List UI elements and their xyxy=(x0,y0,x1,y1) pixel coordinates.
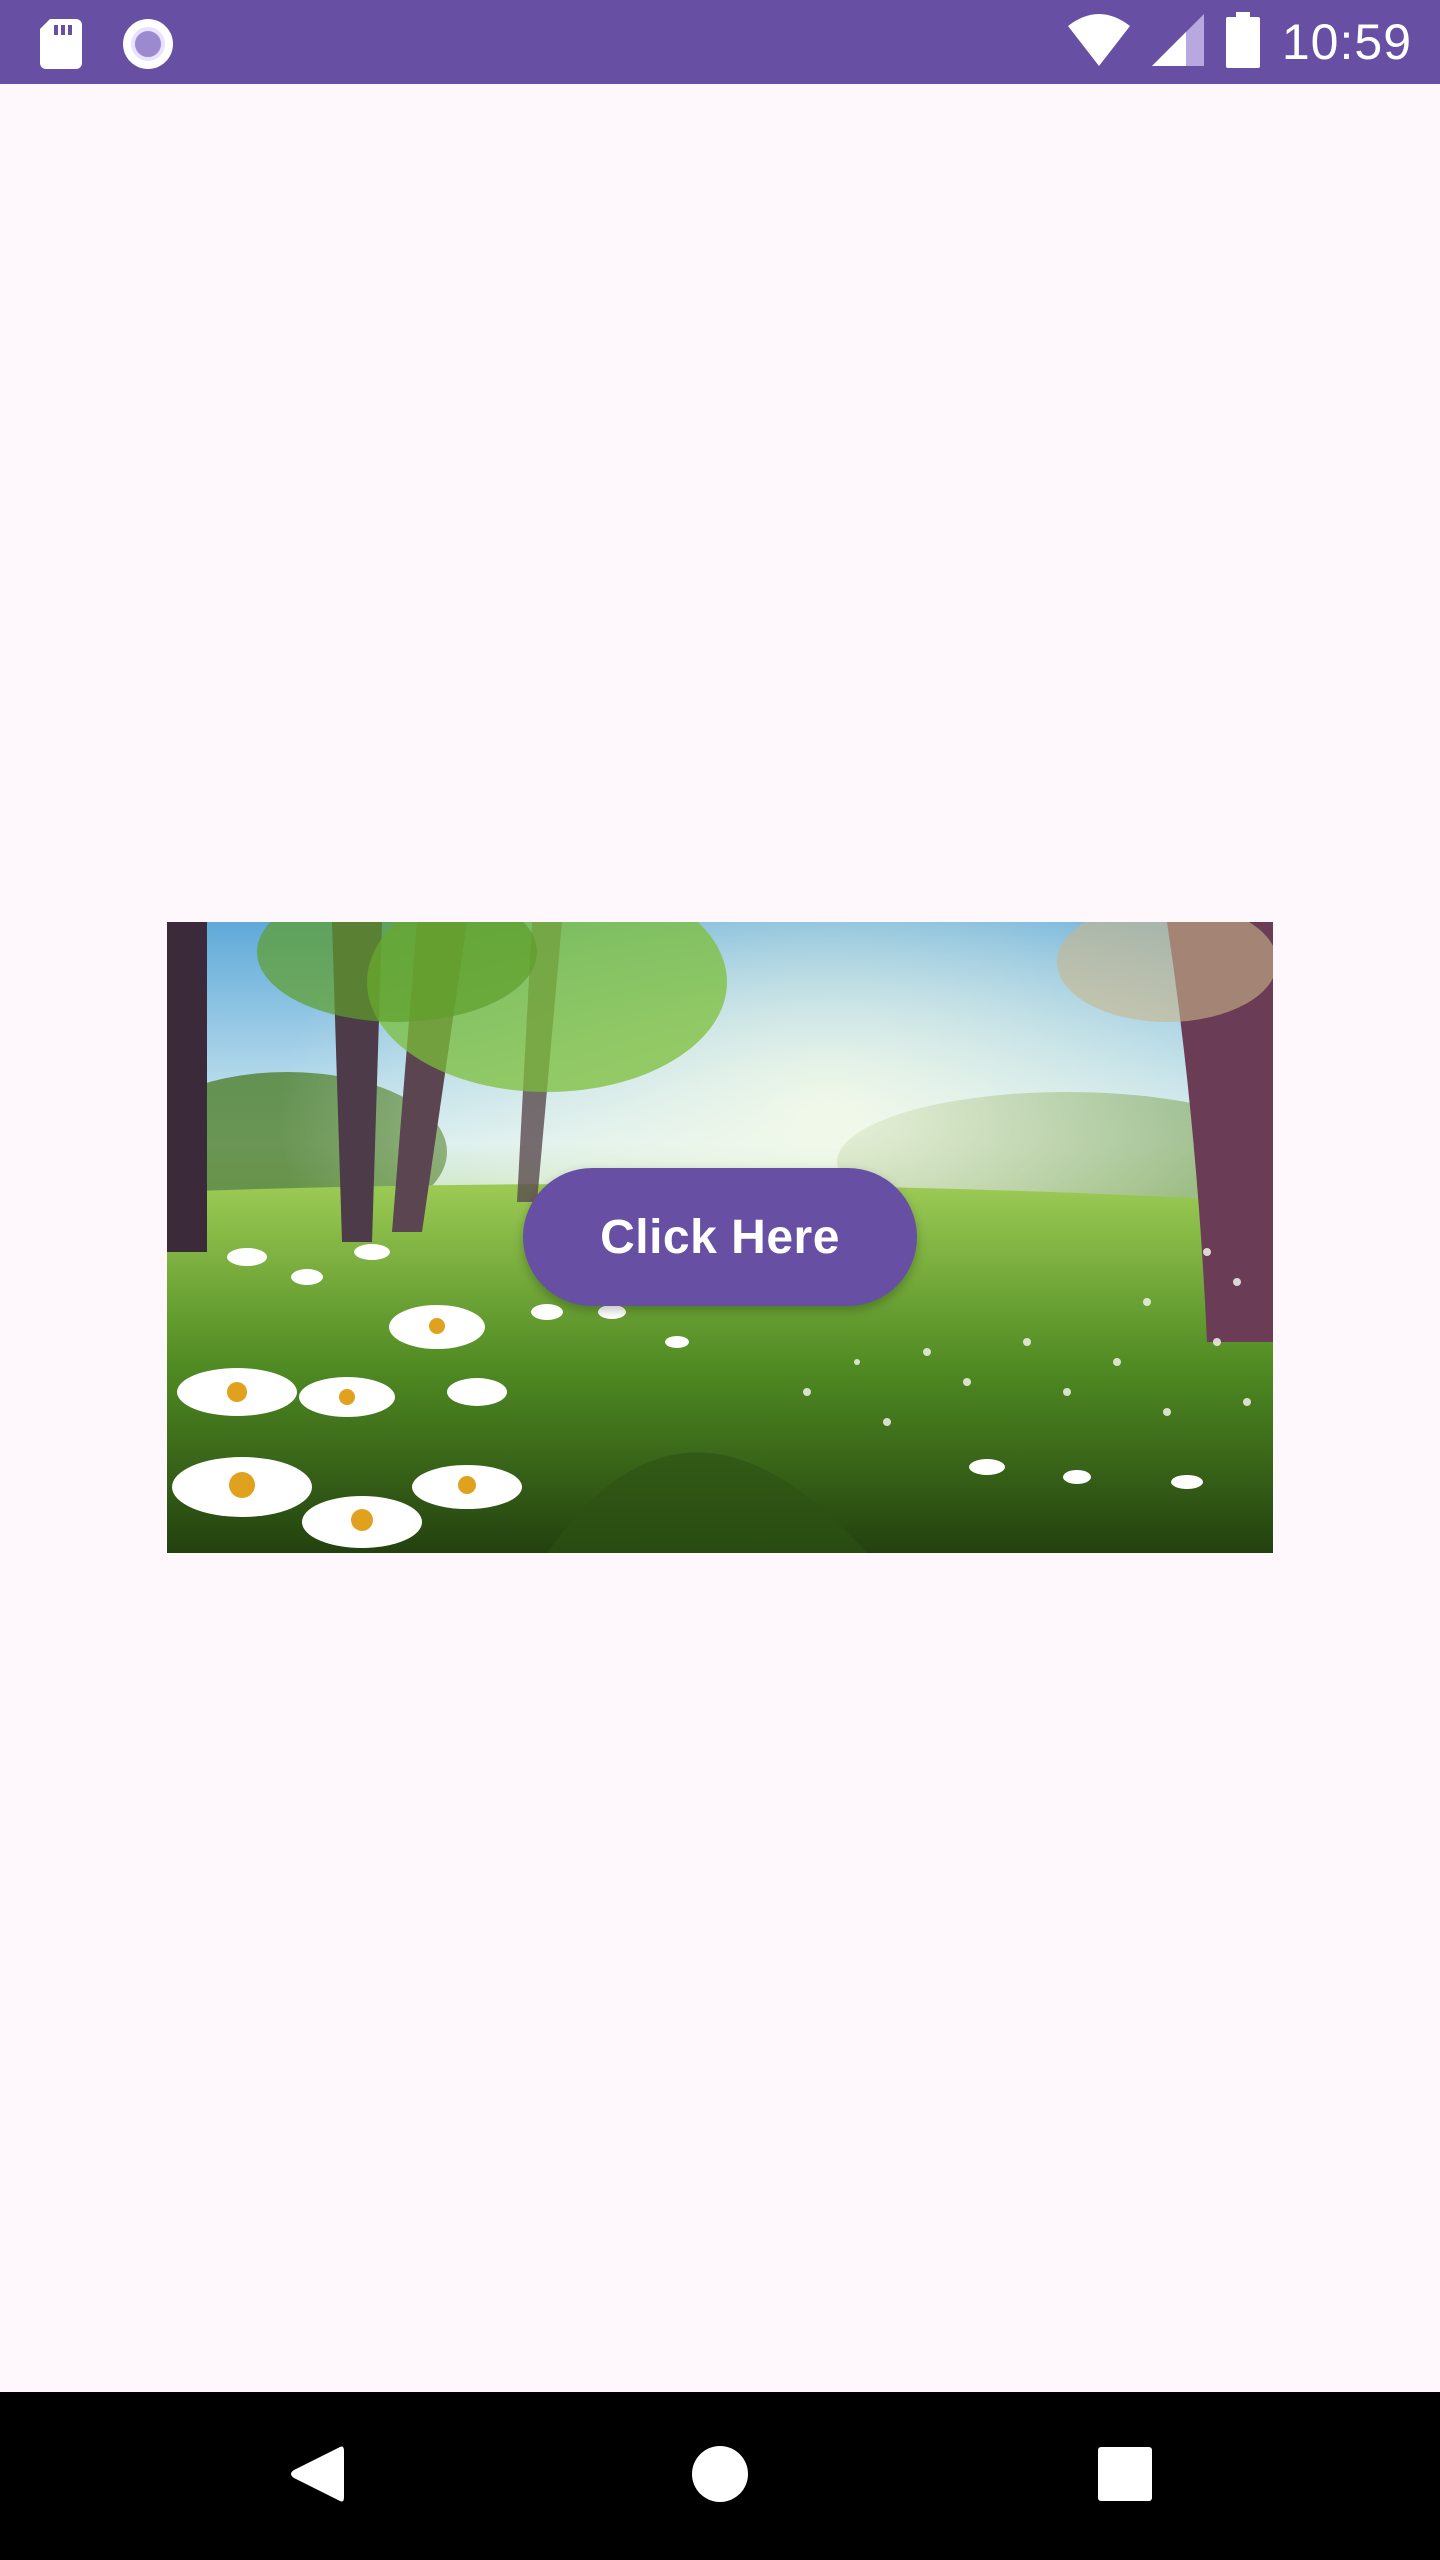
status-bar: 10:59 xyxy=(0,0,1440,84)
main-content: Click Here xyxy=(0,84,1440,2392)
hero-image-container: Click Here xyxy=(167,922,1273,1553)
home-button[interactable] xyxy=(620,2392,820,2560)
home-icon xyxy=(691,2445,749,2508)
back-button[interactable] xyxy=(216,2392,416,2560)
recents-icon xyxy=(1098,2446,1152,2506)
battery-icon xyxy=(1225,11,1260,73)
sd-card-icon xyxy=(40,19,82,74)
back-icon xyxy=(288,2443,344,2510)
status-bar-right: 10:59 xyxy=(1067,0,1412,84)
recents-button[interactable] xyxy=(1025,2392,1225,2560)
circle-record-icon xyxy=(122,18,174,75)
cell-signal-icon xyxy=(1151,13,1204,71)
navigation-bar xyxy=(0,2392,1440,2560)
click-here-button[interactable]: Click Here xyxy=(523,1168,917,1306)
wifi-icon xyxy=(1067,13,1130,71)
status-bar-clock: 10:59 xyxy=(1281,14,1412,70)
status-bar-left-icons xyxy=(40,18,174,75)
